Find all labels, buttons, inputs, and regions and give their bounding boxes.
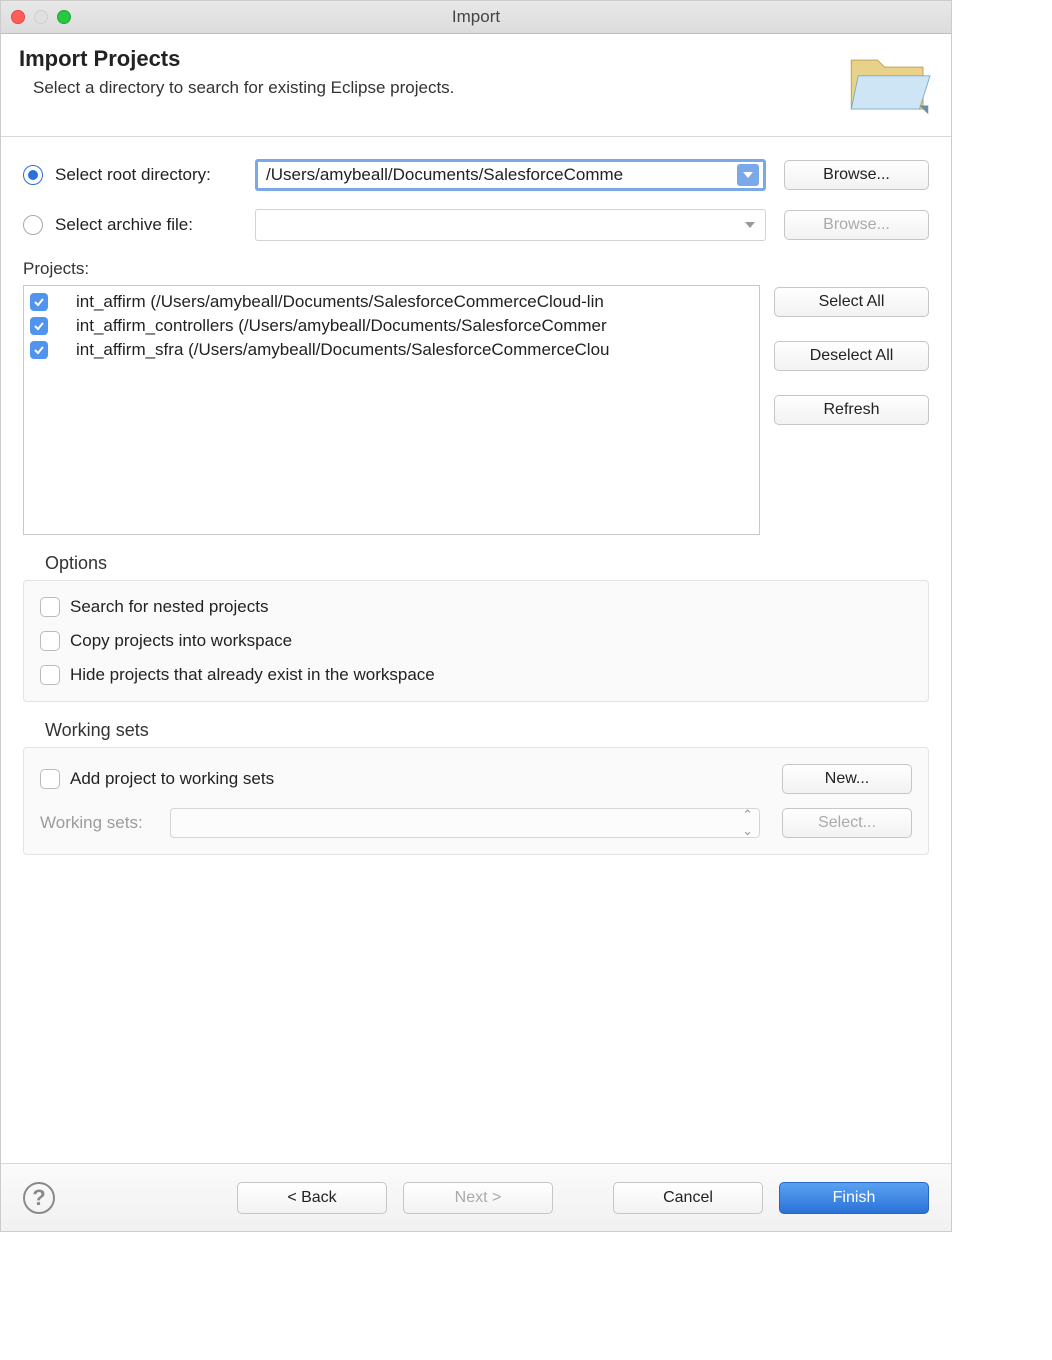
select-all-button[interactable]: Select All xyxy=(774,287,929,317)
root-directory-label: Select root directory: xyxy=(55,165,255,185)
back-button[interactable]: < Back xyxy=(237,1182,387,1214)
list-item[interactable]: int_affirm_sfra (/Users/amybeall/Documen… xyxy=(30,338,753,362)
nested-projects-label: Search for nested projects xyxy=(70,597,268,617)
root-directory-value: /Users/amybeall/Documents/SalesforceComm… xyxy=(266,165,737,185)
projects-label: Projects: xyxy=(23,259,929,279)
page-subtitle: Select a directory to search for existin… xyxy=(33,78,454,98)
working-sets-group: Add project to working sets New... Worki… xyxy=(23,747,929,855)
wizard-footer: ? < Back Next > Cancel Finish xyxy=(1,1163,951,1231)
list-item[interactable]: int_affirm_controllers (/Users/amybeall/… xyxy=(30,314,753,338)
folder-open-icon xyxy=(843,46,933,116)
wizard-header: Import Projects Select a directory to se… xyxy=(1,34,951,137)
finish-button[interactable]: Finish xyxy=(779,1182,929,1214)
browse-archive-button: Browse... xyxy=(784,210,929,240)
options-label: Options xyxy=(45,553,929,574)
options-group: Search for nested projects Copy projects… xyxy=(23,580,929,702)
hide-existing-label: Hide projects that already exist in the … xyxy=(70,665,435,685)
next-button: Next > xyxy=(403,1182,553,1214)
archive-file-label: Select archive file: xyxy=(55,215,255,235)
root-directory-combo[interactable]: /Users/amybeall/Documents/SalesforceComm… xyxy=(255,159,766,191)
title-bar: Import xyxy=(1,1,951,34)
checkbox-checked-icon[interactable] xyxy=(30,293,48,311)
root-directory-radio[interactable] xyxy=(23,165,43,185)
list-item[interactable]: int_affirm (/Users/amybeall/Documents/Sa… xyxy=(30,290,753,314)
projects-list[interactable]: int_affirm (/Users/amybeall/Documents/Sa… xyxy=(23,285,760,535)
archive-file-radio[interactable] xyxy=(23,215,43,235)
chevron-down-icon[interactable] xyxy=(737,164,759,186)
archive-file-combo xyxy=(255,209,766,241)
project-name: int_affirm_sfra (/Users/amybeall/Documen… xyxy=(76,340,609,360)
working-sets-select-label: Working sets: xyxy=(40,813,170,833)
window-title: Import xyxy=(1,7,951,27)
project-name: int_affirm (/Users/amybeall/Documents/Sa… xyxy=(76,292,604,312)
help-icon[interactable]: ? xyxy=(23,1182,55,1214)
add-working-sets-checkbox[interactable] xyxy=(40,769,60,789)
add-working-sets-label: Add project to working sets xyxy=(70,769,274,789)
nested-projects-checkbox[interactable] xyxy=(40,597,60,617)
select-working-set-button: Select... xyxy=(782,808,912,838)
page-title: Import Projects xyxy=(19,46,454,72)
new-working-set-button[interactable]: New... xyxy=(782,764,912,794)
checkbox-checked-icon[interactable] xyxy=(30,317,48,335)
stepper-icon: ⌃⌄ xyxy=(742,807,753,839)
hide-existing-checkbox[interactable] xyxy=(40,665,60,685)
copy-projects-label: Copy projects into workspace xyxy=(70,631,292,651)
checkbox-checked-icon[interactable] xyxy=(30,341,48,359)
chevron-down-icon xyxy=(739,214,761,236)
refresh-button[interactable]: Refresh xyxy=(774,395,929,425)
cancel-button[interactable]: Cancel xyxy=(613,1182,763,1214)
copy-projects-checkbox[interactable] xyxy=(40,631,60,651)
browse-root-button[interactable]: Browse... xyxy=(784,160,929,190)
working-sets-label: Working sets xyxy=(45,720,929,741)
working-sets-combo: ⌃⌄ xyxy=(170,808,760,838)
deselect-all-button[interactable]: Deselect All xyxy=(774,341,929,371)
project-name: int_affirm_controllers (/Users/amybeall/… xyxy=(76,316,607,336)
